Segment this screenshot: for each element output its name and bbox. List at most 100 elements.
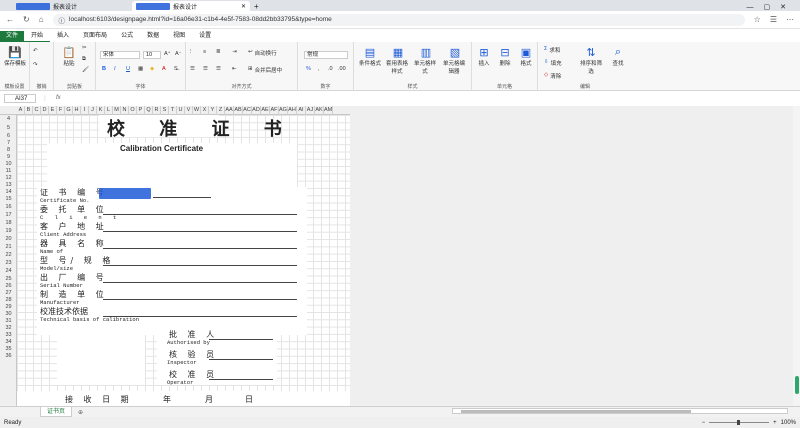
fx-icon[interactable]: fx bbox=[56, 95, 61, 101]
wrap-text-button[interactable]: ↩ 自动换行 bbox=[248, 49, 277, 57]
column-header[interactable]: AC bbox=[243, 106, 252, 115]
column-header[interactable]: G bbox=[65, 106, 73, 115]
column-header[interactable]: F bbox=[57, 106, 65, 115]
row-header[interactable]: 26 bbox=[0, 283, 17, 290]
file-menu[interactable]: 文件 bbox=[0, 31, 25, 42]
merge-center-button[interactable]: ⊞ 合并后居中 bbox=[248, 66, 282, 74]
favorites-icon[interactable]: ☰ bbox=[770, 15, 777, 24]
redo-icon[interactable]: ↷ bbox=[33, 62, 38, 68]
column-header[interactable]: M bbox=[113, 106, 121, 115]
window-menu-icon[interactable] bbox=[0, 2, 10, 11]
row-header[interactable]: 19 bbox=[0, 228, 17, 235]
row-header[interactable]: 33 bbox=[0, 332, 17, 339]
vertical-scrollbar[interactable] bbox=[793, 106, 800, 406]
home-icon[interactable]: ⌂ bbox=[39, 15, 44, 24]
autosum-button[interactable]: Σ 求和 bbox=[544, 46, 560, 54]
zoom-slider[interactable] bbox=[709, 420, 770, 425]
column-header[interactable]: L bbox=[105, 106, 113, 115]
spreadsheet-grid[interactable]: A B C D E F G H I J K L M N O P Q R S T U V W X Y Z AA AB AC AD AE AF AG… bbox=[0, 106, 350, 406]
align-bottom-icon[interactable]: ≣ bbox=[216, 49, 221, 55]
column-header[interactable]: AM bbox=[324, 106, 333, 115]
cell-area[interactable]: 校 准 证 书 Calibration Certificate 证 书 编 号C… bbox=[17, 115, 350, 406]
row-header[interactable]: 27 bbox=[0, 290, 17, 297]
column-header[interactable]: AG bbox=[279, 106, 288, 115]
empty-sheet-area[interactable] bbox=[350, 106, 795, 406]
menu-home[interactable]: 开始 bbox=[24, 31, 51, 42]
column-header[interactable]: AI bbox=[297, 106, 306, 115]
horizontal-scroll-thumb[interactable] bbox=[461, 410, 691, 413]
column-header[interactable]: AE bbox=[261, 106, 270, 115]
align-middle-icon[interactable]: ≡ bbox=[203, 49, 206, 55]
row-header[interactable]: 4 bbox=[0, 115, 17, 124]
increase-decimal-icon[interactable]: .0 bbox=[328, 66, 333, 72]
column-header[interactable]: Z bbox=[217, 106, 225, 115]
column-header[interactable]: Y bbox=[209, 106, 217, 115]
column-header[interactable]: T bbox=[169, 106, 177, 115]
url-input[interactable]: ⓘ localhost:6103/designpage.html?id=16a0… bbox=[52, 13, 745, 26]
italic-icon[interactable]: I bbox=[114, 66, 116, 72]
copy-icon[interactable]: ⧉ bbox=[82, 56, 86, 63]
fill-button[interactable]: ⇩ 填充 bbox=[544, 59, 562, 67]
close-tab-icon[interactable]: ✕ bbox=[241, 3, 246, 10]
column-header[interactable]: AH bbox=[288, 106, 297, 115]
sort-filter-button[interactable]: ⇅ 排序和筛选 bbox=[578, 46, 604, 75]
find-button[interactable]: ⌕ 查找 bbox=[608, 46, 628, 67]
zoom-in-icon[interactable]: + bbox=[773, 420, 777, 426]
row-header[interactable]: 32 bbox=[0, 325, 17, 332]
comma-icon[interactable]: , bbox=[318, 66, 320, 72]
row-header[interactable]: 12 bbox=[0, 175, 17, 182]
number-format-select[interactable]: 常规 bbox=[304, 51, 348, 59]
column-header[interactable]: X bbox=[201, 106, 209, 115]
add-sheet-icon[interactable]: ⊕ bbox=[78, 409, 83, 416]
align-left-icon[interactable]: ☰ bbox=[190, 66, 195, 72]
cell-editor-button[interactable]: ▧ 单元格编辑器 bbox=[441, 46, 469, 75]
row-header[interactable]: 18 bbox=[0, 219, 17, 228]
column-header[interactable]: AD bbox=[252, 106, 261, 115]
column-header[interactable]: R bbox=[153, 106, 161, 115]
back-icon[interactable]: ← bbox=[6, 15, 14, 24]
format-cells-button[interactable]: ▣ 格式 bbox=[517, 46, 535, 67]
align-center-icon[interactable]: ☰ bbox=[203, 66, 208, 72]
menu-formula[interactable]: 公式 bbox=[114, 31, 140, 42]
row-header[interactable]: 21 bbox=[0, 244, 17, 251]
row-header[interactable]: 15 bbox=[0, 196, 17, 203]
insert-cells-button[interactable]: ⊞ 插入 bbox=[475, 46, 493, 67]
format-painter-icon[interactable]: 🖌 bbox=[82, 67, 89, 73]
more-icon[interactable]: ⋯ bbox=[786, 15, 794, 24]
column-header[interactable]: AJ bbox=[306, 106, 315, 115]
extensions-icon[interactable]: ☆ bbox=[754, 15, 761, 24]
percent-icon[interactable]: % bbox=[306, 66, 311, 72]
font-size-select[interactable]: 10 bbox=[143, 51, 161, 59]
column-header[interactable]: E bbox=[49, 106, 57, 115]
paste-button[interactable]: 📋 粘贴 bbox=[58, 46, 80, 67]
browser-tab-2[interactable]: 报表设计 ✕ bbox=[132, 1, 250, 11]
column-header[interactable]: I bbox=[81, 106, 89, 115]
row-header[interactable]: 23 bbox=[0, 260, 17, 267]
cut-icon[interactable]: ✂ bbox=[82, 45, 87, 51]
horizontal-scrollbar[interactable] bbox=[452, 408, 788, 414]
column-header[interactable]: C bbox=[33, 106, 41, 115]
row-header[interactable]: 22 bbox=[0, 251, 17, 260]
row-header[interactable]: 17 bbox=[0, 212, 17, 219]
row-header[interactable]: 30 bbox=[0, 311, 17, 318]
row-header[interactable]: 24 bbox=[0, 267, 17, 276]
bold-icon[interactable]: B bbox=[102, 66, 106, 72]
row-header[interactable]: 11 bbox=[0, 168, 17, 175]
menu-page-layout[interactable]: 页面布局 bbox=[76, 31, 114, 42]
row-header[interactable]: 16 bbox=[0, 203, 17, 212]
row-header[interactable]: 6 bbox=[0, 133, 17, 140]
column-header[interactable]: J bbox=[89, 106, 97, 115]
column-header[interactable]: W bbox=[193, 106, 201, 115]
clear-button[interactable]: ◇ 清除 bbox=[544, 72, 561, 80]
name-box[interactable]: AI37 bbox=[4, 93, 36, 103]
row-header[interactable]: 10 bbox=[0, 161, 17, 168]
row-header[interactable]: 5 bbox=[0, 124, 17, 133]
column-header[interactable]: N bbox=[121, 106, 129, 115]
reload-icon[interactable]: ↻ bbox=[23, 15, 30, 24]
row-header[interactable]: 29 bbox=[0, 304, 17, 311]
column-header[interactable]: U bbox=[177, 106, 185, 115]
align-right-icon[interactable]: ☰ bbox=[216, 66, 221, 72]
border-icon[interactable]: ▦ bbox=[138, 66, 143, 72]
delete-cells-button[interactable]: ⊟ 删除 bbox=[496, 46, 514, 67]
column-header[interactable]: P bbox=[137, 106, 145, 115]
